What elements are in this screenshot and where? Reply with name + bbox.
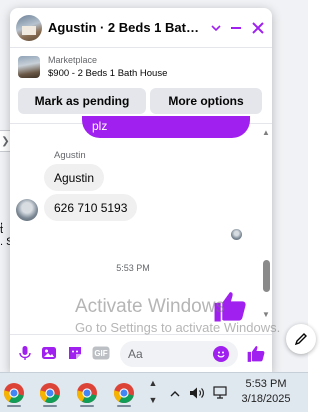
chrome-icon — [3, 383, 24, 404]
listing-label: Marketplace — [48, 55, 98, 65]
edit-icon — [294, 333, 307, 346]
volume-button[interactable] — [188, 385, 206, 401]
gif-button[interactable]: GIF — [92, 344, 110, 362]
scroll-up-arrow[interactable]: ▲ — [262, 128, 270, 137]
options-dropdown-button[interactable] — [206, 18, 226, 38]
voice-clip-button[interactable] — [16, 344, 34, 362]
network-icon — [213, 386, 227, 399]
taskbar-chrome-window[interactable] — [36, 378, 64, 408]
volume-icon — [190, 387, 204, 399]
show-hidden-icons-button[interactable] — [168, 385, 182, 401]
background-text-fragment: t — [0, 224, 4, 236]
gif-icon: GIF — [92, 346, 110, 360]
sticker-button[interactable] — [66, 344, 84, 362]
listing-description[interactable]: $900 - 2 Beds 1 Bath House — [48, 68, 167, 79]
taskbar: ▲ ▼ 5:53 PM 3/18/2025 — [0, 372, 308, 412]
new-message-button[interactable] — [286, 324, 316, 354]
message-composer: GIF — [10, 334, 272, 372]
clock-date: 3/18/2025 — [241, 393, 291, 405]
svg-text:GIF: GIF — [94, 349, 107, 358]
minimize-icon — [231, 27, 241, 29]
send-like-button[interactable] — [246, 343, 266, 363]
received-message[interactable]: Agustin — [44, 164, 105, 191]
listing-thumbnail[interactable] — [18, 56, 40, 78]
clock-time: 5:53 PM — [245, 378, 287, 390]
conversation-avatar[interactable] — [16, 14, 42, 41]
chat-header: Agustin · 2 Beds 1 Bath Ho… — [10, 8, 272, 48]
message-timestamp: 5:53 PM — [116, 263, 150, 273]
conversation-title[interactable]: Agustin · 2 Beds 1 Bath Ho… — [48, 20, 206, 35]
taskbar-chrome-window[interactable] — [0, 378, 28, 408]
chrome-icon — [113, 383, 134, 404]
taskbar-chrome-window[interactable] — [110, 378, 138, 408]
scrollbar-thumb[interactable] — [263, 260, 270, 292]
system-clock[interactable]: 5:53 PM 3/18/2025 — [235, 377, 297, 407]
sticker-icon — [69, 347, 81, 359]
attach-photo-button[interactable] — [40, 344, 58, 362]
message-scrollbar[interactable]: ▲ ▼ — [262, 126, 272, 322]
close-button[interactable] — [248, 18, 268, 38]
emoji-icon — [217, 351, 225, 358]
emoji-button[interactable] — [213, 346, 229, 362]
microphone-icon — [19, 346, 31, 360]
network-button[interactable] — [212, 385, 230, 401]
chevron-up-icon — [170, 390, 180, 396]
sent-message[interactable]: plz — [82, 116, 250, 138]
taskbar-chrome-window[interactable] — [73, 378, 101, 408]
image-icon — [42, 347, 56, 359]
thumbs-up-icon — [247, 345, 265, 362]
activation-watermark-title: Activate Windows — [75, 296, 225, 317]
close-icon — [252, 22, 264, 34]
mark-as-pending-button[interactable]: Mark as pending — [18, 88, 146, 114]
chrome-icon — [39, 383, 60, 404]
more-options-button[interactable]: More options — [150, 88, 262, 114]
minimize-button[interactable] — [226, 18, 246, 38]
taskbar-scroll-buttons[interactable]: ▲ ▼ — [146, 375, 160, 411]
received-message[interactable]: 626 710 5193 — [44, 194, 138, 221]
sender-name: Agustin — [54, 150, 86, 161]
activation-watermark-subtitle: Go to Settings to activate Windows. — [75, 320, 281, 335]
sender-avatar[interactable] — [16, 199, 38, 221]
read-receipt-avatar — [231, 229, 242, 240]
chevron-down-icon — [211, 24, 221, 31]
scroll-down-arrow[interactable]: ▼ — [262, 310, 270, 319]
chrome-icon — [76, 383, 97, 404]
